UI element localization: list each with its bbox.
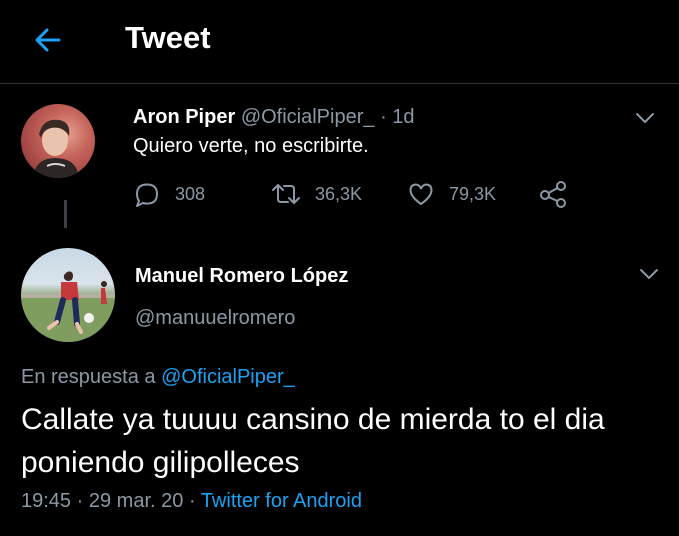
separator-dot: ·	[380, 106, 387, 128]
replying-prefix: En respuesta a	[21, 366, 156, 388]
retweet-count: 36,3K	[315, 183, 363, 204]
avatar[interactable]	[21, 104, 95, 178]
speech-bubble-icon	[136, 183, 158, 207]
avatar-photo	[33, 119, 79, 178]
tweet-actions: 308 36,3K 79,3K	[133, 176, 593, 212]
tweet-source[interactable]: Twitter for Android	[201, 490, 362, 512]
more-options-button[interactable]	[633, 106, 657, 130]
replying-to-link[interactable]: @OficialPiper_	[161, 366, 295, 388]
avatar-photo	[21, 271, 115, 342]
more-options-button[interactable]	[637, 262, 661, 286]
reply-count: 308	[175, 183, 206, 204]
chevron-down-icon	[640, 269, 658, 279]
tweet-text: Quiero verte, no escribirte.	[133, 135, 369, 157]
retweet-button[interactable]: 36,3K	[271, 176, 362, 212]
top-bar: Tweet	[0, 0, 679, 84]
author-name[interactable]: Aron Piper	[133, 106, 235, 128]
share-nodes-icon	[540, 181, 566, 208]
tweet-time[interactable]: 1d	[392, 106, 414, 128]
reply-tweet-text: Callate ya tuuuu cansino de mierda to el…	[21, 403, 605, 479]
heart-icon	[409, 183, 433, 205]
reply-author-handle[interactable]: @manuuelromero	[135, 305, 295, 331]
replying-to: En respuesta a @OficialPiper_	[21, 364, 295, 390]
reply-button[interactable]: 308	[133, 176, 205, 212]
like-button[interactable]: 79,3K	[407, 176, 496, 212]
like-count: 79,3K	[449, 183, 497, 204]
chevron-down-icon	[636, 113, 654, 123]
page-title: Tweet	[125, 20, 211, 55]
tweet-author: Aron Piper @OficialPiper_ · 1d	[133, 104, 415, 130]
tweet-date[interactable]: 29 mar. 20	[89, 490, 184, 512]
separator-dot: ·	[76, 490, 84, 512]
tweet-time[interactable]: 19:45	[21, 490, 71, 512]
tweet-metadata: 19:45 · 29 mar. 20 · Twitter for Android	[21, 488, 362, 514]
thread-connector	[64, 200, 67, 228]
separator-dot: ·	[188, 490, 196, 512]
arrow-left-icon	[35, 28, 61, 52]
share-button[interactable]	[538, 176, 568, 212]
avatar[interactable]	[21, 248, 115, 342]
author-handle[interactable]: @OficialPiper_	[241, 106, 375, 128]
reply-author-name[interactable]: Manuel Romero López	[135, 263, 348, 289]
back-button[interactable]	[30, 22, 66, 58]
retweet-icon	[272, 184, 300, 204]
